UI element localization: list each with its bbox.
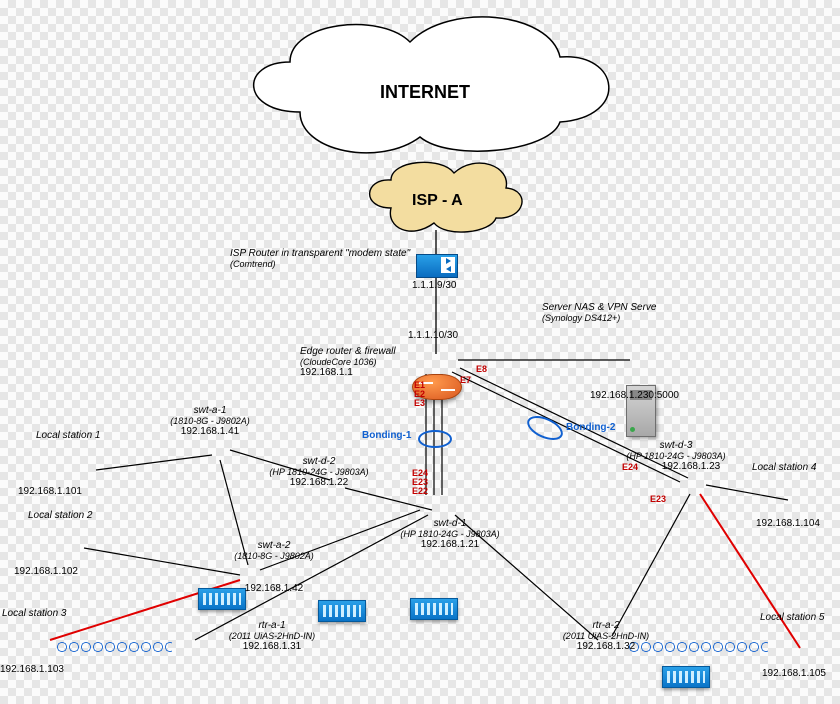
port-edge-e8: E8 xyxy=(476,364,487,374)
port-d3-e23: E23 xyxy=(650,494,666,504)
cloud-internet-label: INTERNET xyxy=(380,82,470,103)
port-edge-e3: E3 xyxy=(414,398,425,408)
isp-router-label: ISP Router in transparent "modem state" … xyxy=(230,248,410,269)
switch-d-1-icon xyxy=(410,598,458,620)
port-d1-e22: E22 xyxy=(412,486,428,496)
station-5-name: Local station 5 xyxy=(760,612,825,623)
switch-d-3-label: swt-d-3 (HP 1810-24G - J9803A) 192.168.1… xyxy=(606,440,746,472)
bonding-1-ring xyxy=(418,430,452,448)
network-diagram: INTERNET ISP - A ISP Router in transpare… xyxy=(0,0,840,704)
switch-d-3-icon xyxy=(662,666,710,688)
edge-wan-ip: 1.1.1.10/30 xyxy=(408,330,458,341)
isp-router-ip: 1.1.1.9/30 xyxy=(412,280,456,291)
switch-d-2-icon xyxy=(318,600,366,622)
isp-router-icon xyxy=(416,254,458,278)
station-4-name: Local station 4 xyxy=(752,462,817,473)
switch-d-2-label: swt-d-2 (HP 1810-24G - J9803A) 192.168.1… xyxy=(254,456,384,488)
cloud-isp-label: ISP - A xyxy=(412,192,463,210)
switch-d-1-label: swt-d-1 (HP 1810-24G - J9803A) 192.168.1… xyxy=(390,518,510,550)
bonding-1-label: Bonding-1 xyxy=(362,430,411,441)
port-edge-e7: E7 xyxy=(460,375,471,385)
station-4-ip: 192.168.1.104 xyxy=(756,518,820,529)
station-3-ip: 192.168.1.103 xyxy=(0,664,64,675)
station-3-name: Local station 3 xyxy=(2,608,67,619)
switch-a-1-label: swt-a-1 (1810-8G - J9802A) 192.168.1.41 xyxy=(150,405,270,437)
station-2-ip: 192.168.1.102 xyxy=(14,566,78,577)
station-1-ip: 192.168.1.101 xyxy=(18,486,82,497)
edge-router-label: Edge router & firewall (CloudeCore 1036)… xyxy=(300,346,396,378)
switch-a-2-label: swt-a-2 (1810-8G - J9802A) 192.168.1.42 xyxy=(214,540,334,594)
station-2-name: Local station 2 xyxy=(28,510,93,521)
wifi-wave-left xyxy=(56,640,172,654)
bonding-2-label: Bonding-2 xyxy=(566,422,615,433)
station-1-name: Local station 1 xyxy=(36,430,101,441)
server-ip: 192.168.1.230:5000 xyxy=(590,390,679,401)
wap-r2-label: rtr-a-2 (2011 UiAS-2HnD-IN) 192.168.1.32 xyxy=(546,620,666,652)
wap-r1-label: rtr-a-1 (2011 UiAS-2HnD-IN) 192.168.1.31 xyxy=(212,620,332,652)
station-5-ip: 192.168.1.105 xyxy=(762,668,826,679)
server-label: Server NAS & VPN Serve (Synology DS412+) xyxy=(542,302,656,323)
